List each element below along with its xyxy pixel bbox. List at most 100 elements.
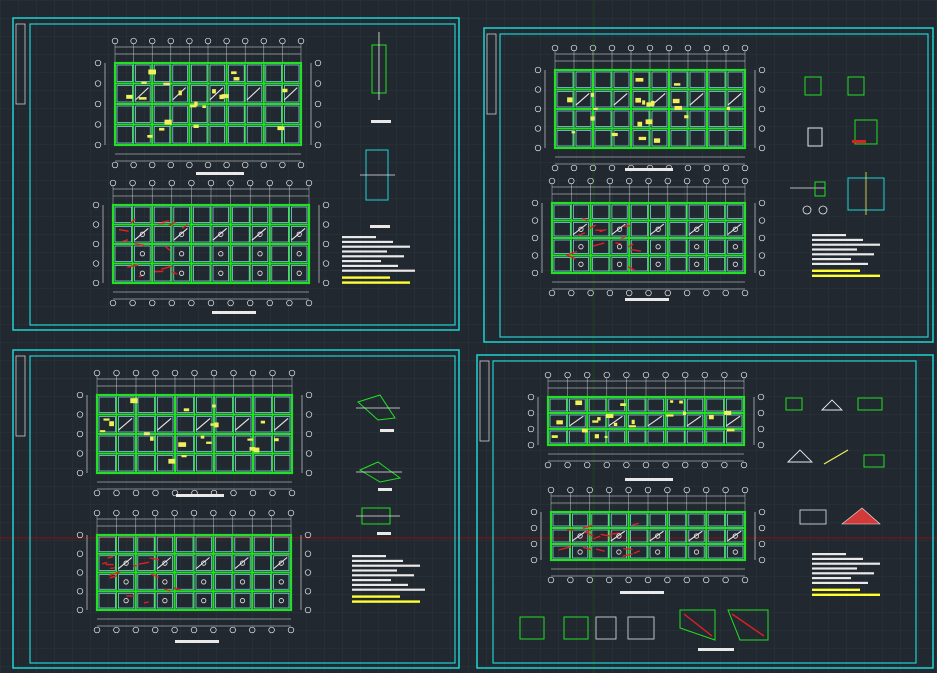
rebar-callout-hatch [274,438,279,442]
rebar-callout-hatch [679,400,683,404]
plan-caption-bar [175,640,219,643]
rebar-callout-hatch [723,410,732,415]
rebar-callout-hatch [611,132,618,137]
note-line [342,250,387,253]
rebar-callout-hatch [666,414,674,417]
note-line-highlight [812,269,860,272]
rebar-callout-hatch [581,428,588,433]
rebar-callout-hatch [635,77,644,82]
note-line-highlight [352,600,420,603]
rebar-callout-hatch [164,119,172,125]
note-line [812,234,846,237]
rebar-callout-hatch [638,136,647,141]
rebar-callout-hatch [567,97,573,103]
note-line [342,245,410,248]
rebar-callout-hatch [613,422,618,427]
rebar-callout-hatch [253,447,260,453]
rebar-callout-hatch [193,124,199,129]
cad-drawing-canvas[interactable] [0,0,937,673]
rebar-callout-hatch [708,414,714,420]
note-line [342,255,404,258]
note-line [812,562,880,565]
note-line-highlight [352,595,400,598]
note-line-highlight [812,274,880,277]
rebar-callout-hatch [594,434,599,439]
rebar-callout-hatch [163,82,171,85]
note-line [352,583,408,586]
plan-caption-bar [625,478,673,481]
rebar-callout-hatch [590,116,595,121]
plan-caption-bar [625,168,673,171]
rebar-callout-hatch [682,411,687,416]
rebar-callout-hatch [590,93,594,97]
rebar-callout-hatch [138,97,147,100]
rebar-callout-hatch [109,421,114,427]
rebar-callout-hatch [726,106,731,111]
note-line-highlight [812,588,860,591]
rebar-callout-hatch [597,417,601,421]
rebar-callout-hatch [260,420,266,424]
rebar-callout-hatch [556,420,563,425]
note-line-highlight [812,593,880,596]
rebar-callout-hatch [141,81,147,84]
rebar-callout-hatch [210,423,214,426]
note-line [812,557,863,560]
note-line [342,240,393,243]
plan-caption-bar [176,494,224,497]
note-line [812,553,846,556]
rebar-callout-hatch [100,430,106,433]
note-line [812,248,857,251]
rebar-callout-hatch [233,77,240,81]
plan-caption-bar [196,172,244,175]
rebar-callout-hatch [672,98,680,104]
note-line [812,577,851,580]
rebar-callout-hatch [212,89,216,94]
rebar-callout-hatch [631,419,635,425]
rebar-callout-hatch [575,400,583,406]
rebar-callout-hatch [168,458,176,464]
rebar-callout-hatch [159,127,165,131]
note-line [812,238,863,241]
rebar-callout-hatch [674,105,683,110]
rebar-callout-hatch [551,435,558,438]
note-line [342,264,398,267]
rebar-callout-hatch [592,420,599,423]
rebar-callout-hatch [282,88,288,93]
rebar-callout-hatch [670,400,674,403]
rebar-callout-hatch [637,121,643,127]
rebar-callout-hatch [593,107,598,110]
rebar-mark [623,225,631,228]
note-line [812,567,857,570]
rebar-callout-hatch [126,94,133,99]
plan-caption-bar [212,311,256,314]
note-line [352,588,425,591]
rebar-callout-hatch [277,126,285,131]
rebar-callout-hatch [605,413,614,418]
rebar-callout-hatch [190,104,197,108]
note-line [352,574,414,577]
rebar-callout-hatch [673,83,681,86]
rebar-callout-hatch [150,436,154,441]
rebar-callout-hatch [635,97,642,103]
note-line [812,581,868,584]
rebar-callout-hatch [147,134,153,138]
plan-caption-bar [620,591,664,594]
rebar-callout-hatch [183,408,190,412]
rebar-callout-hatch [214,422,219,428]
rebar-callout-hatch [200,435,205,439]
note-line [812,258,851,261]
note-line [352,555,386,558]
note-line [342,269,415,272]
rebar-callout-hatch [645,119,653,125]
note-line [812,572,874,575]
rebar-callout-hatch [571,131,575,134]
note-line [812,253,874,256]
rebar-mark [622,548,633,551]
rebar-callout-hatch [231,71,237,75]
note-line-highlight [342,281,410,284]
rebar-callout-hatch [143,432,150,436]
note-line [352,559,403,562]
rebar-callout-hatch [221,94,229,99]
rebar-callout-hatch [646,102,654,107]
note-line [342,260,381,263]
